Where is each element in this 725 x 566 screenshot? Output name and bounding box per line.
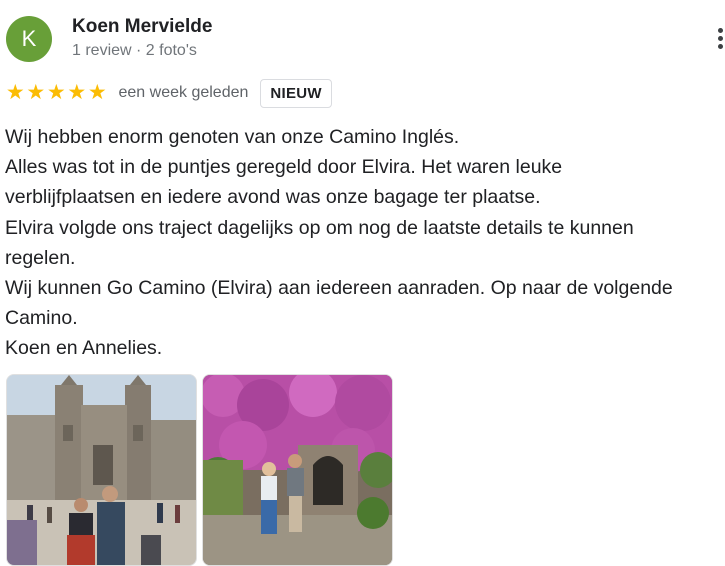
rating-row: ★ ★ ★ ★ ★ een week geleden NIEUW [5,78,332,108]
more-vert-icon[interactable] [716,28,725,54]
review-line: Koen en Annelies. [5,337,163,360]
review-line: Alles was tot in de puntjes geregeld doo… [5,156,563,179]
star-icon: ★ [67,81,87,104]
star-icon: ★ [26,81,46,104]
reviewer-meta: 1 review · 2 foto's [72,42,197,59]
review-time: een week geleden [118,84,249,101]
star-icon: ★ [87,81,107,104]
review-line: verblijfplaatsen en iedere avond was onz… [5,186,541,209]
review-line: Elvira volgde ons traject dagelijks op o… [5,216,634,239]
star-icon: ★ [5,81,25,104]
review-photo-flowers[interactable] [202,374,393,566]
review-line: Camino. [5,307,78,330]
review-photo-cathedral[interactable] [6,374,197,566]
review-line: Wij hebben enorm genoten van onze Camino… [5,126,460,148]
flower-wall-photo [203,375,392,565]
review-line: Wij kunnen Go Camino (Elvira) aan iedere… [5,276,673,299]
review-text: Wij hebben enorm genoten van onze Camino… [5,122,725,364]
star-rating: ★ ★ ★ ★ ★ [5,81,108,104]
avatar-initial: K [21,26,37,51]
avatar[interactable]: K [6,16,52,62]
star-icon: ★ [46,81,66,104]
review-line: regelen. [5,246,76,269]
new-badge: NIEUW [260,78,332,108]
cathedral-square-photo [7,375,196,565]
reviewer-name[interactable]: Koen Mervielde [72,16,212,38]
